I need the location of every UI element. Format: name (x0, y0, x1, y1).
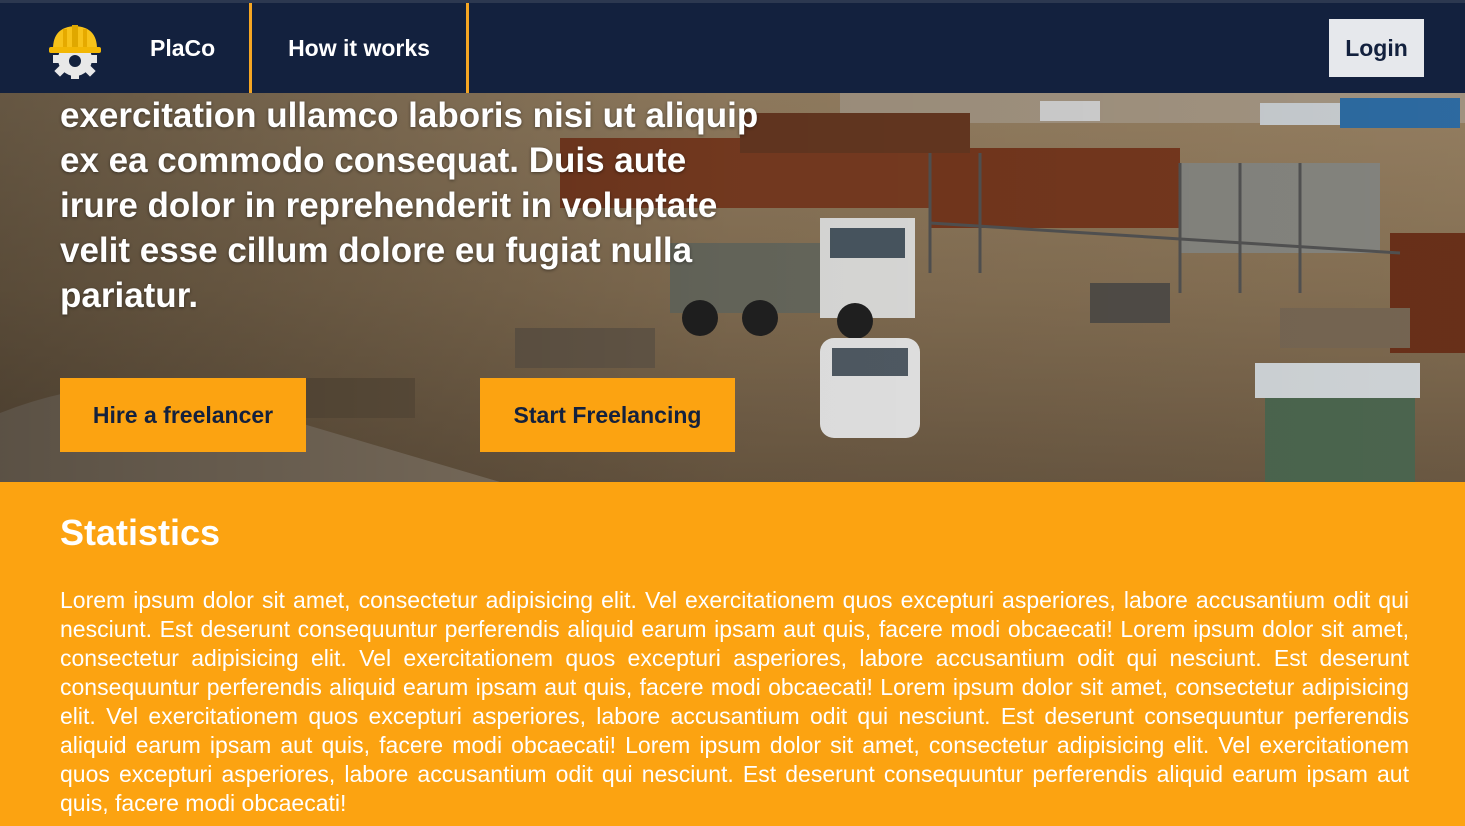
hero-section: exercitation ullamco laboris nisi ut ali… (0, 93, 1465, 482)
statistics-body: Lorem ipsum dolor sit amet, consectetur … (60, 587, 1409, 816)
start-freelancing-button[interactable]: Start Freelancing (480, 378, 735, 452)
nav-how-it-works-link[interactable]: How it works (249, 3, 469, 93)
navbar: PlaCo How it works Login (0, 0, 1465, 93)
hire-freelancer-button[interactable]: Hire a freelancer (60, 378, 306, 452)
statistics-title: Statistics (60, 512, 221, 553)
statistics-section: Statistics Lorem ipsum dolor sit amet, c… (0, 482, 1465, 826)
nav-brand-link[interactable]: PlaCo (150, 3, 215, 93)
hero-text: exercitation ullamco laboris nisi ut ali… (60, 96, 759, 315)
hardhat-gear-icon[interactable] (45, 21, 105, 79)
login-button[interactable]: Login (1329, 19, 1424, 77)
